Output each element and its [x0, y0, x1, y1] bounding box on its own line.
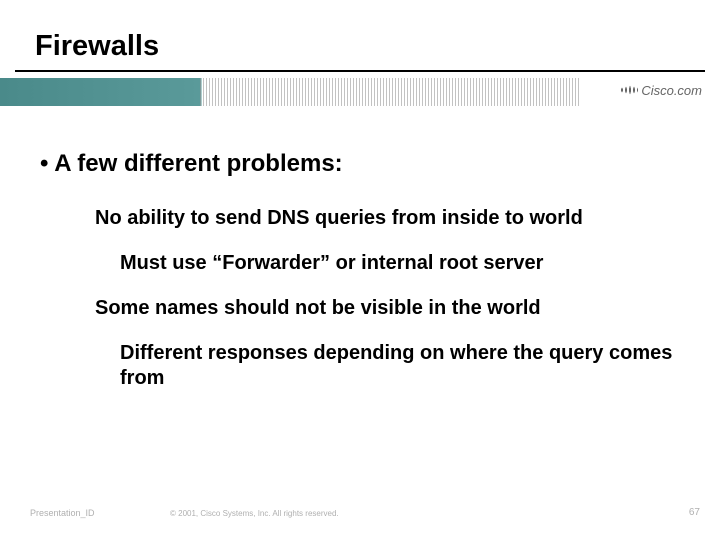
bullet-main: A few different problems: — [40, 150, 680, 178]
slide-title: Firewalls — [35, 30, 159, 63]
footer-presentation-id: Presentation_ID — [30, 508, 95, 518]
footer-copyright: © 2001, Cisco Systems, Inc. All rights r… — [170, 509, 339, 518]
cisco-logo: Cisco.com — [620, 83, 702, 98]
header-ticks — [200, 78, 580, 106]
content-area: A few different problems: No ability to … — [40, 150, 680, 411]
footer-page-number: 67 — [689, 507, 700, 518]
sub-sub-point-2a: Different responses depending on where t… — [120, 341, 680, 391]
sub-point-1: No ability to send DNS queries from insi… — [95, 206, 680, 231]
title-underline — [15, 70, 705, 72]
sub-point-2: Some names should not be visible in the … — [95, 296, 680, 321]
sub-sub-point-1a: Must use “Forwarder” or internal root se… — [120, 251, 680, 276]
